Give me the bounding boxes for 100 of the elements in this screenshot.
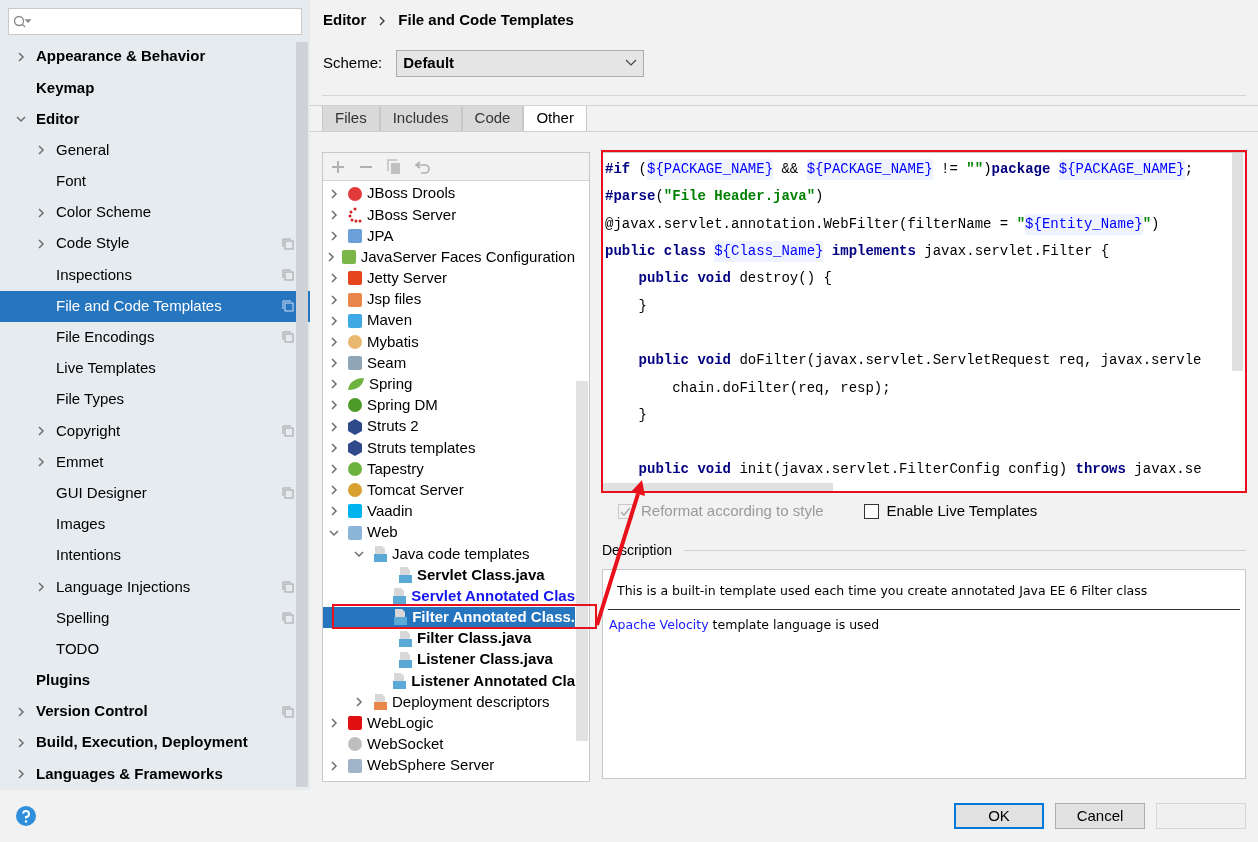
chevron-icon[interactable] — [36, 145, 46, 156]
settings-item[interactable]: Emmet — [0, 446, 310, 478]
chevron-icon[interactable] — [354, 548, 364, 559]
chevron-icon[interactable] — [329, 485, 339, 496]
chevron-icon[interactable] — [329, 315, 339, 326]
settings-item[interactable]: File Encodings — [0, 321, 310, 353]
chevron-icon[interactable] — [36, 425, 46, 436]
tab[interactable]: Other — [523, 106, 587, 131]
chevron-icon[interactable] — [329, 506, 339, 517]
settings-item[interactable]: Editor — [0, 103, 310, 135]
tab[interactable]: Includes — [379, 106, 462, 131]
tree-item[interactable]: Listener Class.java — [323, 649, 575, 671]
chevron-icon[interactable] — [329, 294, 339, 305]
chevron-icon[interactable] — [329, 188, 339, 199]
settings-item[interactable]: Live Templates — [0, 352, 310, 385]
chevron-icon[interactable] — [329, 760, 339, 771]
tree-item[interactable]: Servlet Class.java — [323, 564, 575, 586]
tree-item[interactable]: WebSocket — [323, 733, 575, 756]
settings-item[interactable]: Language Injections — [0, 571, 310, 603]
settings-item[interactable]: Appearance & Behavior — [0, 41, 310, 73]
settings-item[interactable]: Plugins — [0, 664, 310, 696]
chevron-icon[interactable] — [329, 209, 339, 220]
chevron-icon[interactable] — [329, 358, 339, 369]
tree-item[interactable]: Struts templates — [323, 437, 575, 459]
scrollbar[interactable] — [576, 381, 588, 741]
chevron-icon[interactable] — [16, 51, 26, 62]
tree-item[interactable]: Maven — [323, 310, 575, 332]
dialog-button[interactable]: Cancel — [1055, 803, 1145, 829]
chevron-icon[interactable] — [16, 113, 26, 124]
tree-item[interactable]: WebSphere Server — [323, 755, 575, 777]
settings-item[interactable]: Copyright — [0, 415, 310, 447]
search-field[interactable] — [8, 8, 302, 35]
tree-item[interactable]: Filter Class.java — [323, 627, 575, 650]
tree-item[interactable]: Filter Annotated Class. — [323, 606, 575, 628]
tree-item[interactable]: Mybatis — [323, 331, 575, 353]
tree-item[interactable]: Listener Annotated Cla — [323, 670, 575, 692]
tree-item[interactable]: Deployment descriptors — [323, 691, 575, 713]
tree-item[interactable]: Tapestry — [323, 458, 575, 480]
tree-item[interactable]: Seam — [323, 352, 575, 374]
scrollbar[interactable] — [1232, 153, 1243, 371]
settings-item[interactable]: File Types — [0, 384, 310, 416]
help-icon[interactable] — [16, 806, 36, 826]
tree-item[interactable]: Struts 2 — [323, 416, 575, 438]
settings-item[interactable]: Images — [0, 508, 310, 540]
chevron-icon[interactable] — [329, 273, 339, 284]
chevron-icon[interactable] — [329, 442, 339, 453]
chevron-icon[interactable] — [16, 706, 26, 717]
chevron-icon[interactable] — [36, 581, 46, 592]
tree-item[interactable]: Spring DM — [323, 394, 575, 417]
tree-item[interactable]: WebLogic — [323, 712, 575, 734]
settings-item[interactable]: Code Style — [0, 228, 310, 260]
settings-item[interactable]: Font — [0, 165, 310, 197]
settings-item[interactable]: Color Scheme — [0, 196, 310, 229]
chevron-icon[interactable] — [16, 737, 26, 748]
settings-item[interactable]: General — [0, 134, 310, 166]
tab[interactable]: Code — [461, 106, 524, 131]
chevron-icon[interactable] — [36, 238, 46, 249]
chevron-icon[interactable] — [329, 718, 339, 729]
tree-item[interactable]: JPA — [323, 225, 575, 247]
chevron-icon[interactable] — [329, 336, 339, 347]
chevron-icon[interactable] — [329, 230, 339, 241]
settings-item[interactable]: Languages & Frameworks — [0, 758, 310, 790]
tree-item[interactable]: Jsp files — [323, 288, 575, 311]
settings-item[interactable]: TODO — [0, 633, 310, 665]
chevron-icon[interactable] — [36, 457, 46, 468]
checkbox-option[interactable]: Enable Live Templates — [863, 499, 1038, 523]
settings-item[interactable]: Build, Execution, Deployment — [0, 727, 310, 759]
settings-item[interactable]: Keymap — [0, 72, 310, 104]
tree-item[interactable]: Java code templates — [323, 543, 575, 565]
chevron-icon[interactable] — [36, 207, 46, 218]
chevron-icon[interactable] — [329, 527, 339, 538]
tree-item[interactable]: JavaServer Faces Configuration — [323, 246, 575, 268]
chevron-icon[interactable] — [329, 400, 339, 411]
tree-item[interactable]: Tomcat Server — [323, 479, 575, 501]
tree-item[interactable]: Jetty Server — [323, 267, 575, 289]
scrollbar[interactable] — [296, 42, 308, 787]
chevron-icon[interactable] — [329, 464, 339, 475]
settings-item[interactable]: Version Control — [0, 695, 310, 728]
checkmark-icon — [620, 505, 631, 517]
chevron-icon[interactable] — [354, 697, 364, 708]
tree-item[interactable]: Servlet Annotated Clas — [323, 585, 575, 607]
scrollbar[interactable] — [603, 483, 833, 491]
link[interactable]: Apache Velocity — [609, 616, 709, 632]
tree-item[interactable]: JBoss Drools — [323, 183, 575, 205]
tree-item[interactable]: JBoss Server — [323, 204, 575, 226]
settings-item[interactable]: Inspections — [0, 259, 310, 291]
tree-item[interactable]: Spring — [323, 373, 575, 395]
dialog-button[interactable]: OK — [954, 803, 1044, 829]
scheme-dropdown[interactable]: Default — [396, 49, 645, 77]
tab[interactable]: Files — [322, 106, 380, 131]
chevron-icon[interactable] — [329, 421, 339, 432]
tree-item[interactable]: Web — [323, 522, 575, 544]
settings-item[interactable]: File and Code Templates — [0, 290, 310, 322]
settings-item[interactable]: Intentions — [0, 540, 310, 572]
settings-item[interactable]: GUI Designer — [0, 477, 310, 509]
settings-item[interactable]: Spelling — [0, 602, 310, 634]
tree-item[interactable]: Vaadin — [323, 500, 575, 522]
chevron-icon[interactable] — [329, 379, 339, 390]
chevron-icon[interactable] — [325, 252, 336, 263]
chevron-icon[interactable] — [16, 768, 26, 779]
